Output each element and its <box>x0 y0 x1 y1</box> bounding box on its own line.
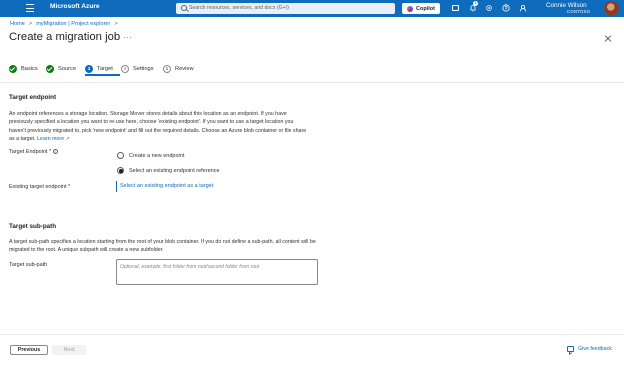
notification-count: 1 <box>473 1 478 6</box>
feedback-icon[interactable] <box>519 4 527 12</box>
give-feedback-link[interactable]: Give feedback <box>567 346 612 352</box>
menu-icon[interactable] <box>26 4 34 12</box>
search-placeholder: Search resources, services, and docs (G+… <box>189 5 289 11</box>
copilot-label: Copilot <box>416 5 435 12</box>
checkmark-icon <box>46 64 54 73</box>
target-endpoint-label: Target Endpoint * i <box>9 149 59 155</box>
step-label: Review <box>175 65 194 72</box>
step-label: Basics <box>21 65 38 72</box>
search-icon <box>181 5 187 11</box>
active-step-indicator <box>85 74 120 76</box>
target-subpath-input[interactable]: Optional, example: first folder from roo… <box>116 259 318 285</box>
top-bar: Microsoft Azure Search resources, servic… <box>0 0 624 17</box>
help-icon[interactable] <box>502 4 510 12</box>
input-placeholder: Optional, example: first folder from roo… <box>120 264 260 270</box>
target-subpath-heading: Target sub-path <box>9 223 57 230</box>
target-subpath-label: Target sub-path <box>9 262 48 268</box>
learn-more-link[interactable]: Learn more <box>37 136 64 142</box>
info-icon[interactable]: i <box>53 149 59 154</box>
breadcrumb-separator: > <box>114 21 118 27</box>
breadcrumb-separator: > <box>28 21 33 27</box>
radio-button[interactable] <box>117 167 124 174</box>
search-input[interactable]: Search resources, services, and docs (G+… <box>176 3 395 14</box>
user-org: CONTOSO <box>567 9 591 14</box>
user-name[interactable]: Connie Wilson <box>546 2 587 9</box>
breadcrumb-home[interactable]: Home <box>10 21 25 27</box>
radio-label: Create a new endpoint <box>129 152 185 159</box>
breadcrumb: Home > myMigration | Project explorer > <box>10 21 122 27</box>
step-number-badge: 5 <box>163 64 171 73</box>
notifications-icon[interactable]: 1 <box>469 1 478 12</box>
radio-select-existing-endpoint[interactable]: Select an existing endpoint reference <box>117 167 220 174</box>
divider <box>0 82 624 83</box>
existing-target-endpoint-label: Existing target endpoint * <box>9 184 71 190</box>
step-label: Settings <box>133 65 154 72</box>
tab-review[interactable]: 5 Review <box>163 63 194 74</box>
avatar[interactable] <box>604 1 619 16</box>
settings-icon[interactable] <box>485 4 493 12</box>
breadcrumb-project-explorer[interactable]: myMigration | Project explorer <box>36 21 110 27</box>
step-number-badge: 4 <box>121 64 129 73</box>
target-subpath-description: A target sub-path specifies a location s… <box>9 239 316 254</box>
select-existing-endpoint-link[interactable]: Select an existing endpoint as a target <box>116 181 213 192</box>
divider <box>0 334 624 335</box>
page-title: Create a migration job <box>9 31 121 43</box>
tab-settings[interactable]: 4 Settings <box>121 63 154 74</box>
radio-create-new-endpoint[interactable]: Create a new endpoint <box>117 152 184 159</box>
previous-button[interactable]: Previous <box>10 345 48 355</box>
close-icon[interactable] <box>604 34 612 42</box>
external-link-icon: ↗ <box>65 135 70 142</box>
copilot-icon <box>407 5 413 12</box>
target-endpoint-description: An endpoint references a storage locatio… <box>9 110 311 143</box>
target-endpoint-heading: Target endpoint <box>9 94 57 101</box>
more-options-icon[interactable]: ··· <box>123 33 133 42</box>
brand-name[interactable]: Microsoft Azure <box>50 3 100 10</box>
radio-label: Select an existing endpoint reference <box>129 167 220 174</box>
cloud-shell-icon[interactable] <box>452 5 459 11</box>
tab-source[interactable]: Source <box>46 63 76 74</box>
radio-button[interactable] <box>117 152 124 159</box>
checkmark-icon <box>9 64 17 73</box>
copilot-button[interactable]: Copilot <box>402 3 440 14</box>
next-button[interactable]: Next <box>52 345 86 355</box>
feedback-icon <box>567 346 574 352</box>
step-label: Source <box>58 65 77 72</box>
field-label-text: Target Endpoint * <box>9 149 52 155</box>
feedback-label: Give feedback <box>578 346 612 352</box>
tab-basics[interactable]: Basics <box>9 63 38 74</box>
step-label: Target <box>97 65 113 72</box>
tab-target[interactable]: 3 Target <box>85 63 120 76</box>
step-number-badge: 3 <box>85 64 93 73</box>
